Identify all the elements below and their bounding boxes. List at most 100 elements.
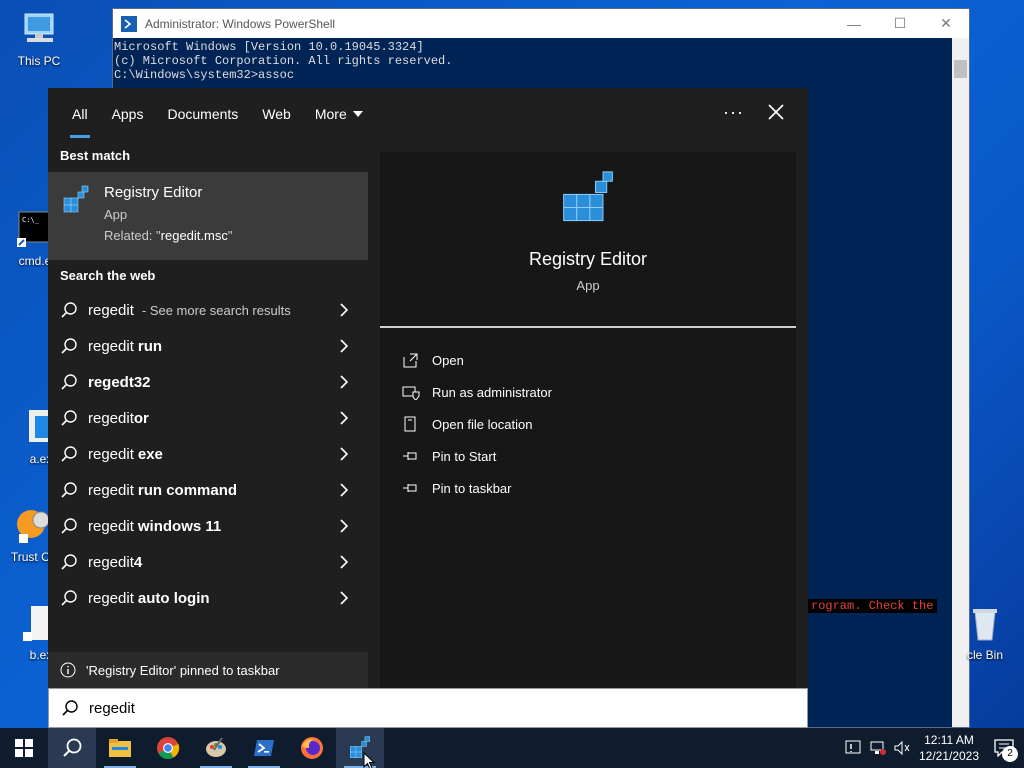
app-preview: Registry Editor App [380, 152, 796, 328]
action-label: Run as administrator [432, 384, 552, 400]
preview-title: Registry Editor [528, 249, 648, 269]
console-error-text: rogram. Check the [807, 599, 938, 613]
chevron-right-icon[interactable] [340, 519, 348, 533]
action-list: Open Run as administrator Open file locati… [380, 328, 796, 504]
file-location-icon [404, 416, 416, 432]
pin-icon [403, 484, 417, 492]
web-suggestion-item[interactable]: regedit windows 11 [48, 508, 368, 544]
start-button[interactable] [0, 728, 48, 768]
svg-text:C:\_: C:\_ [22, 216, 40, 224]
caret-down-icon [352, 111, 363, 117]
chevron-right-icon[interactable] [340, 303, 348, 317]
console-line: C:\Windows\system32>assoc [114, 68, 295, 82]
close-icon[interactable] [764, 100, 788, 124]
web-suggestion-item[interactable]: regedit or [48, 400, 368, 436]
tab-all[interactable]: All [62, 88, 98, 140]
best-match-heading: Best match [60, 148, 131, 163]
suggestion-base: regedit [88, 481, 134, 499]
suggestion-base: regedit [88, 445, 134, 463]
web-suggestions: regedit - See more search results regedit r… [48, 292, 368, 616]
suggestion-completion: regedt32 [88, 373, 151, 391]
action-open-file-location[interactable]: Open file location [380, 408, 796, 440]
chevron-right-icon[interactable] [340, 483, 348, 497]
clock-time: 12:11 AM [924, 733, 974, 747]
web-suggestion-item[interactable]: regedit exe [48, 436, 368, 472]
best-match-title: Registry Editor [104, 184, 203, 201]
scrollbar-thumb[interactable] [954, 60, 967, 78]
desktop-icon-recycle-bin[interactable]: cle Bin [950, 604, 1020, 662]
tab-label: More [314, 106, 347, 122]
search-icon [61, 302, 77, 318]
powershell-title: Administrator: Windows PowerShell [145, 16, 336, 31]
search-icon [61, 554, 77, 570]
search-icon [61, 338, 77, 354]
powershell-taskbar-button[interactable] [240, 728, 288, 768]
tab-web[interactable]: Web [252, 88, 301, 140]
file-explorer-button[interactable] [96, 728, 144, 768]
search-input[interactable]: regedit [48, 688, 808, 728]
action-pin-to-start[interactable]: Pin to Start [380, 440, 796, 472]
preview-pane: Registry Editor App Open Run as administr… [380, 152, 796, 688]
notification-center-button[interactable]: 2 [984, 728, 1024, 768]
folder-icon [109, 739, 131, 757]
search-query: regedit [89, 699, 135, 717]
desktop-icon-label: This PC [17, 54, 61, 68]
windows-icon [15, 739, 33, 757]
chrome-button[interactable] [144, 728, 192, 768]
web-suggestion-item[interactable]: regedt32 [48, 364, 368, 400]
tab-label: All [72, 106, 88, 122]
close-button[interactable]: ✕ [923, 9, 969, 38]
search-icon [61, 410, 77, 426]
tab-label: Documents [167, 106, 239, 122]
clock-date: 12/21/2023 [918, 749, 980, 763]
tab-label: Web [262, 106, 291, 122]
console-line: Microsoft Windows [Version 10.0.19045.33… [114, 40, 424, 54]
volume-muted-icon[interactable] [890, 728, 914, 768]
powershell-console[interactable]: Microsoft Windows [Version 10.0.19045.33… [113, 38, 969, 84]
web-suggestion-item[interactable]: regedit run [48, 328, 368, 364]
web-suggestion-item[interactable]: regedit auto login [48, 580, 368, 616]
firefox-button[interactable] [288, 728, 336, 768]
pin-icon [403, 452, 417, 460]
tab-more[interactable]: More [305, 88, 373, 140]
chevron-right-icon[interactable] [340, 411, 348, 425]
clock[interactable]: 12:11 AM 12/21/2023 [914, 732, 984, 764]
suggestion-completion: windows 11 [137, 517, 222, 535]
chevron-right-icon[interactable] [340, 555, 348, 569]
tab-documents[interactable]: Documents [157, 88, 248, 140]
action-label: Pin to Start [432, 448, 497, 464]
minimize-button[interactable]: — [831, 9, 877, 38]
action-pin-to-taskbar[interactable]: Pin to taskbar [380, 472, 796, 504]
chevron-right-icon[interactable] [340, 375, 348, 389]
search-panel: All Apps Documents Web More ··· Best mat… [48, 88, 808, 688]
tab-label: Apps [111, 106, 144, 122]
desktop-icon-this-pc[interactable]: This PC [4, 10, 74, 68]
search-icon [61, 482, 77, 498]
search-icon [61, 374, 77, 390]
action-run-as-administrator[interactable]: Run as administrator [380, 376, 796, 408]
best-match-item[interactable]: Registry Editor App Related: "regedit.ms… [48, 172, 368, 260]
web-suggestion-item[interactable]: regedit 4 [48, 544, 368, 580]
network-icon[interactable] [866, 728, 890, 768]
registry-editor-icon [63, 185, 89, 213]
chevron-right-icon[interactable] [340, 447, 348, 461]
paint-button[interactable] [192, 728, 240, 768]
web-suggestion-item[interactable]: regedit run command [48, 472, 368, 508]
action-open[interactable]: Open [380, 344, 796, 376]
suggestion-base: regedit [88, 589, 134, 607]
chevron-right-icon[interactable] [340, 339, 348, 353]
search-button[interactable] [48, 728, 96, 768]
suggestion-base: regedit [88, 301, 134, 319]
chevron-right-icon[interactable] [340, 591, 348, 605]
powershell-titlebar[interactable]: Administrator: Windows PowerShell — ☐ ✕ [113, 9, 969, 38]
suggestion-completion: run [137, 337, 163, 355]
pinned-notification: 'Registry Editor' pinned to taskbar [48, 652, 368, 688]
best-match-related: Related: "regedit.msc" [104, 228, 232, 243]
more-options-icon[interactable]: ··· [723, 102, 744, 123]
maximize-button[interactable]: ☐ [877, 9, 923, 38]
search-icon [61, 446, 77, 462]
web-suggestion-item[interactable]: regedit - See more search results [48, 292, 368, 328]
security-alert-icon[interactable] [842, 728, 866, 768]
tab-apps[interactable]: Apps [102, 88, 154, 140]
search-icon [62, 700, 78, 716]
